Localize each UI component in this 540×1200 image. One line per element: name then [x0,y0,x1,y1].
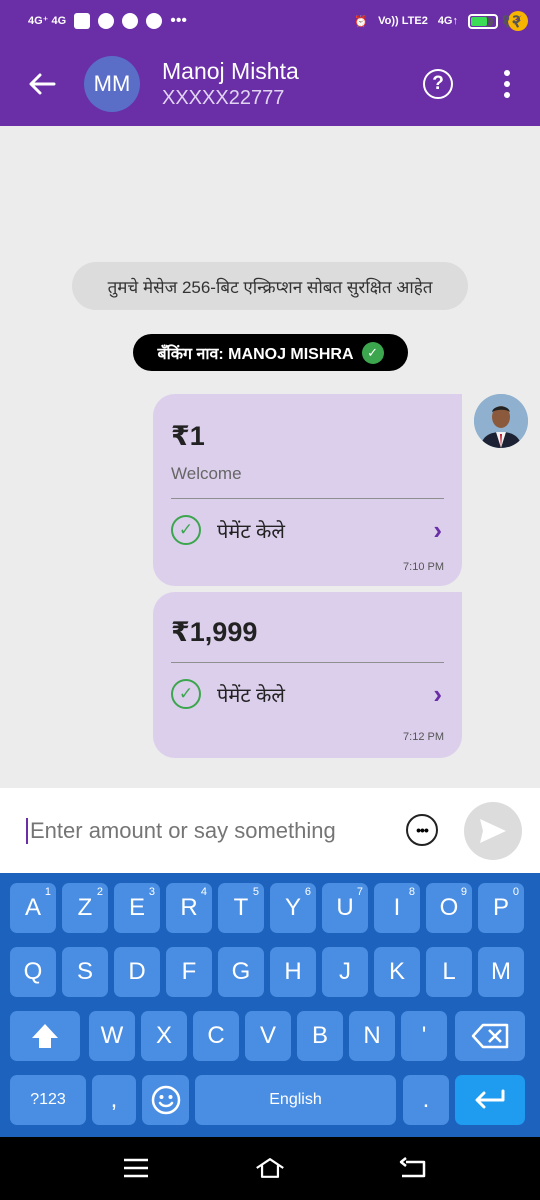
enter-icon [475,1089,505,1109]
send-button[interactable] [464,802,522,860]
avatar[interactable]: MM [84,56,140,112]
key-q[interactable]: Q [10,947,56,997]
more-notifications-icon: ••• [170,12,188,29]
key-m[interactable]: M [478,947,524,997]
verified-shield-icon: ✓ [361,341,384,364]
emoji-key[interactable] [142,1075,189,1125]
navigation-bar [0,1137,540,1200]
shift-icon [32,1024,58,1048]
divider [171,662,444,663]
home-icon[interactable] [255,1153,285,1183]
symbols-key[interactable]: ?123 [10,1075,86,1125]
data-indicator: 4G↑ [437,15,458,27]
payment-message[interactable]: ₹1,999 ✓ पेमेंट केले › 7:12 PM [153,592,462,758]
battery-icon [468,13,498,29]
payment-status: पेमेंट केले [217,520,285,543]
sender-photo[interactable] [474,394,528,448]
key-u[interactable]: U7 [322,883,368,933]
more-horizontal-circle-icon[interactable]: ••• [406,814,438,846]
payment-status-row[interactable]: ✓ पेमेंट केले › [171,679,444,709]
menu-icon[interactable] [121,1153,151,1183]
key-i[interactable]: I8 [374,883,420,933]
shift-key[interactable] [10,1011,80,1061]
emoji-icon [151,1085,180,1115]
key-c[interactable]: C [193,1011,239,1061]
key-h[interactable]: H [270,947,316,997]
message-time: 7:12 PM [403,731,444,743]
key-w[interactable]: W [89,1011,135,1061]
chat-header: MM Manoj Mishta XXXXX22777 ? [0,42,540,126]
space-key[interactable]: English [195,1075,396,1125]
enter-key[interactable] [455,1075,525,1125]
app-icon [98,13,115,29]
volte-indicator: Vo)) LTE2 [378,15,428,27]
back-icon[interactable] [397,1153,427,1183]
message-input-bar: ••• [0,788,540,873]
key-x[interactable]: X [141,1011,187,1061]
key-g[interactable]: G [218,947,264,997]
chevron-right-icon[interactable]: › [433,515,444,546]
payment-message[interactable]: ₹1 Welcome ✓ पेमेंट केले › 7:10 PM [153,394,462,586]
contact-number: XXXXX22777 [162,87,285,109]
backspace-key[interactable] [455,1011,525,1061]
payment-status: पेमेंट केले [217,684,285,707]
banking-name-badge: बँकिंग नाव: MANOJ MISHRA ✓ [133,334,408,371]
payment-amount: ₹1 [171,421,205,451]
key-o[interactable]: O9 [426,883,472,933]
key-f[interactable]: F [166,947,212,997]
key-n[interactable]: N [349,1011,395,1061]
contact-name: Manoj Mishta [162,58,299,84]
amount-message-input[interactable] [26,817,376,844]
check-circle-icon: ✓ [171,679,201,709]
key-p[interactable]: P0 [478,883,524,933]
message-time: 7:10 PM [403,561,444,573]
key-r[interactable]: R4 [166,883,212,933]
key-t[interactable]: T5 [218,883,264,933]
key-k[interactable]: K [374,947,420,997]
payment-status-row[interactable]: ✓ पेमेंट केले › [171,515,444,545]
banking-name: बँकिंग नाव: MANOJ MISHRA [157,345,354,363]
key-l[interactable]: L [426,947,472,997]
contact-info[interactable]: Manoj Mishta XXXXX22777 [162,57,299,111]
key-d[interactable]: D [114,947,160,997]
chevron-right-icon[interactable]: › [433,679,444,710]
help-icon[interactable]: ? [423,69,453,99]
key-y[interactable]: Y6 [270,883,316,933]
key-j[interactable]: J [322,947,368,997]
keyboard: A1Z2E3R4T5Y6U7I8O9P0 QSDFGHJKLM W X C V B N ' … [0,873,540,1137]
key-e[interactable]: E3 [114,883,160,933]
back-arrow-icon[interactable] [0,42,84,126]
alarm-icon: ⏰ [354,15,369,28]
send-icon [480,819,506,843]
status-bar: 4G⁺ 4G ७:१२ ••• ⏰ Vo)) LTE2 4G↑ ⚡ [0,0,540,42]
divider [171,498,444,499]
payment-amount: ₹1,999 [171,617,258,647]
encryption-notice: तुमचे मेसेज 256-बिट एन्क्रिप्शन सोबत सुर… [72,262,468,310]
key-v[interactable]: V [245,1011,291,1061]
backspace-icon [471,1023,509,1049]
battery-level [471,16,487,26]
key-apostrophe[interactable]: ' [401,1011,447,1061]
key-s[interactable]: S [62,947,108,997]
check-circle-icon: ✓ [171,515,201,545]
comma-key[interactable]: , [92,1075,136,1125]
key-b[interactable]: B [297,1011,343,1061]
message-icon [146,13,163,29]
payment-note: Welcome [171,464,242,483]
more-options-icon[interactable] [496,66,518,102]
app-icon [122,13,139,29]
network-indicator: 4G⁺ 4G [28,15,67,27]
key-a[interactable]: A1 [10,883,56,933]
youtube-icon [74,13,91,29]
key-z[interactable]: Z2 [62,883,108,933]
period-key[interactable]: . [403,1075,449,1125]
